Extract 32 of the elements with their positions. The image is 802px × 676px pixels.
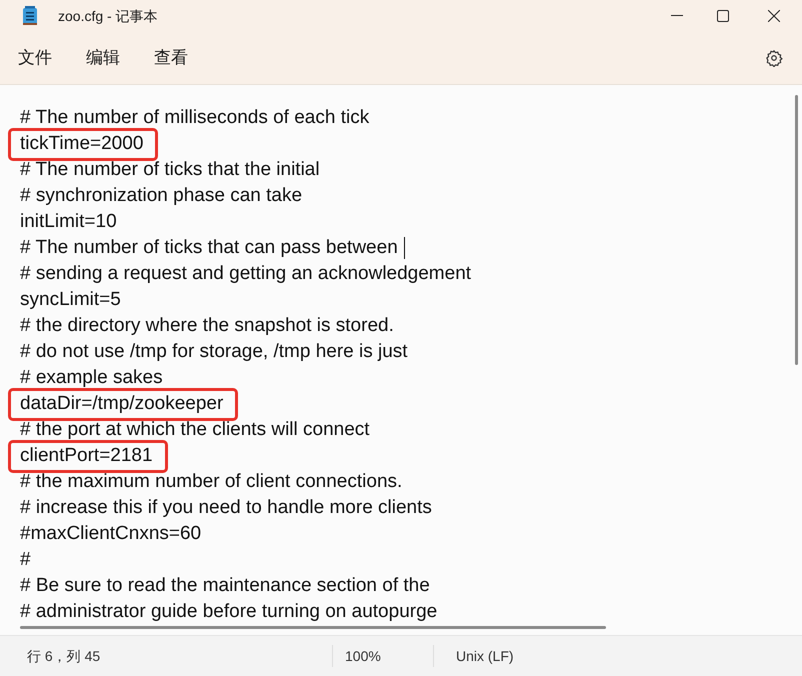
text-line: # Be sure to read the maintenance section of the	[20, 574, 430, 598]
horizontal-scrollbar[interactable]	[20, 626, 606, 629]
text-line: # The number of ticks that can pass between	[20, 236, 398, 260]
text-line: # example sakes	[20, 366, 163, 390]
window-title: zoo.cfg - 记事本	[58, 6, 158, 26]
text-line: # increase this if you need to handle more clients	[20, 496, 432, 520]
notepad-icon	[22, 6, 38, 26]
text-line: # synchronization phase can take	[20, 184, 302, 208]
menu-item[interactable]: 查看	[144, 41, 198, 75]
text-line: # sending a request and getting an acknowledgement	[20, 262, 472, 286]
text-editor[interactable]	[0, 85, 802, 635]
settings-icon[interactable]	[765, 49, 783, 67]
vertical-scrollbar[interactable]	[795, 95, 798, 365]
text-line: # do not use /tmp for storage, /tmp here is just	[20, 340, 408, 364]
text-line: # the port at which the clients will connect	[20, 418, 370, 442]
text-line: # the maximum number of client connections.	[20, 470, 402, 494]
text-line: # The number of ticks that the initial	[20, 158, 320, 182]
text-line: #	[20, 548, 31, 572]
menu-item[interactable]: 文件	[8, 41, 62, 75]
close-icon	[768, 10, 780, 22]
maximize-icon	[717, 10, 729, 22]
line-ending: Unix (LF)	[456, 646, 514, 666]
text-line: # the directory where the snapshot is stored.	[20, 314, 394, 338]
text-line: # The number of milliseconds of each tick	[20, 106, 370, 130]
text-line: # administrator guide before turning on autopurge	[20, 600, 438, 624]
zoom-level: 100%	[345, 646, 382, 666]
text-line: initLimit=10	[20, 210, 117, 234]
text-line: syncLimit=5	[20, 288, 121, 312]
minimize-icon	[671, 15, 683, 17]
text-line: #maxClientCnxns=60	[20, 522, 202, 546]
cursor-position: 行 6，列 45	[27, 646, 102, 666]
menu-item[interactable]: 编辑	[76, 41, 130, 75]
